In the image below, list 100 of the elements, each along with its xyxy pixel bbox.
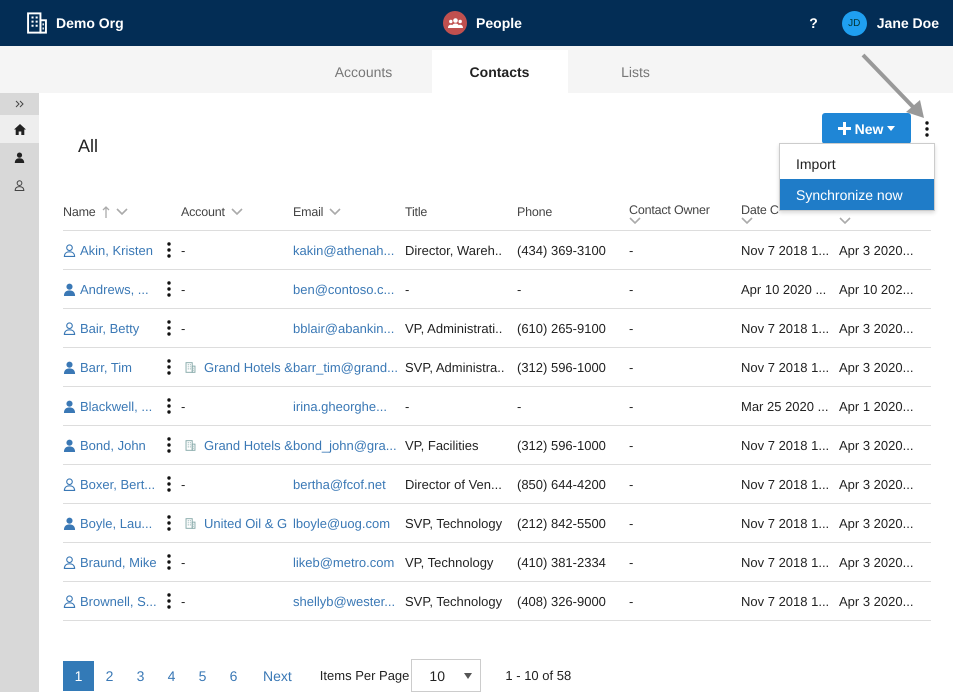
table-cell-text: Apr 3 2020... xyxy=(839,594,914,608)
table-cell-text: (312) 596-1000 xyxy=(517,360,607,374)
user-avatar[interactable]: JD xyxy=(842,10,867,36)
expand-icon xyxy=(14,100,24,108)
page-button[interactable]: 5 xyxy=(187,660,218,690)
contact-name-link[interactable]: Blackwell, ... xyxy=(80,398,152,414)
page-button[interactable]: 1 xyxy=(63,660,94,690)
table-cell-text: VP, Facilities xyxy=(405,438,480,452)
column-header[interactable]: Title xyxy=(405,204,428,218)
table-cell-text: (610) 265-9100 xyxy=(517,320,607,336)
table-cell-text: Apr 3 2020... xyxy=(839,516,914,530)
more-icon[interactable] xyxy=(167,437,171,453)
person-outline-icon xyxy=(63,594,76,608)
sidebar-item[interactable] xyxy=(0,115,39,143)
table-cell-text: - xyxy=(629,242,634,258)
column-header[interactable]: Contact Owner xyxy=(629,202,710,216)
table-cell-text: - xyxy=(629,360,634,374)
table-cell-text: - xyxy=(181,242,186,258)
contact-name-link[interactable]: Braund, Mike xyxy=(80,554,157,570)
more-icon[interactable] xyxy=(925,121,929,137)
table-cell-text: Mar 25 2020 ... xyxy=(741,398,830,414)
more-icon[interactable] xyxy=(167,554,171,570)
next-page-link[interactable]: Next xyxy=(257,666,298,684)
table-cell-text: - xyxy=(181,398,186,414)
email-link[interactable]: lboyle@uog.com xyxy=(293,516,390,530)
contact-name-link[interactable]: Andrews, ... xyxy=(80,282,149,296)
table-cell-text: Nov 7 2018 1... xyxy=(741,360,830,374)
person-outline-icon xyxy=(63,556,76,568)
table-cell-text: Nov 7 2018 1... xyxy=(741,554,830,570)
contact-name-link[interactable]: Bond, John xyxy=(80,438,146,452)
table-cell-text: (312) 596-1000 xyxy=(517,438,607,452)
table-cell-text: - xyxy=(629,476,634,492)
menu-item[interactable]: Import xyxy=(780,148,934,179)
table-cell-text: (408) 326-9000 xyxy=(517,594,607,608)
table-cell-text: - xyxy=(181,554,186,570)
table-cell-text: - xyxy=(517,282,522,296)
user-name[interactable]: Jane Doe xyxy=(876,15,939,31)
new-button[interactable]: New xyxy=(822,113,911,144)
tab[interactable]: Contacts xyxy=(432,50,568,93)
contact-name-link[interactable]: Brownell, S... xyxy=(80,594,157,608)
column-header[interactable]: Account xyxy=(181,204,225,218)
email-link[interactable]: bblair@abankin... xyxy=(293,320,394,336)
contact-name-link[interactable]: Boyle, Lau... xyxy=(80,516,152,530)
email-link[interactable]: barr_tim@grand... xyxy=(293,360,398,374)
account-link[interactable]: Grand Hotels & xyxy=(204,360,293,374)
table-cell-text: - xyxy=(629,554,634,570)
page-button[interactable]: 3 xyxy=(125,660,156,690)
column-header[interactable]: Date C xyxy=(741,202,779,216)
table-cell-text: Apr 3 2020... xyxy=(839,242,914,258)
table-cell-text: (434) 369-3100 xyxy=(517,242,607,258)
column-header[interactable]: Phone xyxy=(517,204,552,218)
more-button[interactable] xyxy=(923,121,931,137)
more-icon[interactable] xyxy=(167,281,171,297)
contact-name-link[interactable]: Bair, Betty xyxy=(80,320,140,336)
email-link[interactable]: bertha@fcof.net xyxy=(293,476,386,492)
email-link[interactable]: shellyb@wester... xyxy=(293,594,396,608)
table-cell-text: (212) 842-5500 xyxy=(517,516,607,530)
page-button[interactable]: 2 xyxy=(94,660,125,690)
more-icon[interactable] xyxy=(167,398,171,414)
email-link[interactable]: ben@contoso.c... xyxy=(293,282,394,296)
table-cell-text: - xyxy=(629,516,634,530)
building-icon xyxy=(26,12,48,34)
table-cell-text: SVP, Technology xyxy=(405,516,504,530)
more-icon[interactable] xyxy=(167,242,171,258)
more-icon[interactable] xyxy=(167,515,171,531)
email-link[interactable]: bond_john@gra... xyxy=(293,438,397,452)
account-link[interactable]: United Oil & G xyxy=(204,516,288,530)
table-cell-text: Apr 10 202... xyxy=(839,282,914,296)
more-icon[interactable] xyxy=(167,476,171,492)
tab[interactable]: Accounts xyxy=(296,50,432,93)
person-icon xyxy=(63,438,76,452)
email-link[interactable]: likeb@metro.com xyxy=(293,554,394,570)
tab[interactable]: Lists xyxy=(568,50,704,93)
column-header[interactable]: Name xyxy=(63,204,96,218)
caret-icon xyxy=(464,672,472,678)
table-cell-text: - xyxy=(181,594,186,608)
help-button[interactable]: ? xyxy=(803,14,824,32)
table-cell-text: - xyxy=(181,320,186,336)
page-button[interactable]: 4 xyxy=(156,660,187,690)
more-icon[interactable] xyxy=(167,359,171,375)
account-link[interactable]: Grand Hotels & xyxy=(204,438,293,452)
contact-name-link[interactable]: Boxer, Bert... xyxy=(80,476,156,492)
email-link[interactable]: irina.gheorghe... xyxy=(293,398,387,414)
email-link[interactable]: kakin@athenah... xyxy=(293,242,394,258)
table-cell-text: SVP, Technology xyxy=(405,594,504,608)
table-cell-text: Apr 3 2020... xyxy=(839,320,914,336)
column-header[interactable]: Email xyxy=(293,204,324,218)
more-icon[interactable] xyxy=(167,320,171,336)
table-cell-text: - xyxy=(181,476,186,492)
table-cell-text: Nov 7 2018 1... xyxy=(741,438,830,452)
contact-name-link[interactable]: Barr, Tim xyxy=(80,360,132,374)
contact-name-link[interactable]: Akin, Kristen xyxy=(80,242,153,258)
table-cell-text: - xyxy=(405,282,410,296)
page-button[interactable]: 6 xyxy=(218,660,249,690)
menu-item[interactable]: Synchronize now xyxy=(780,179,934,210)
people-app-icon xyxy=(443,11,468,35)
person-icon xyxy=(63,400,76,412)
more-icon[interactable] xyxy=(167,593,171,609)
table-cell-text: VP, Technology xyxy=(405,554,494,570)
items-per-page-select[interactable]: 10 xyxy=(411,659,482,692)
